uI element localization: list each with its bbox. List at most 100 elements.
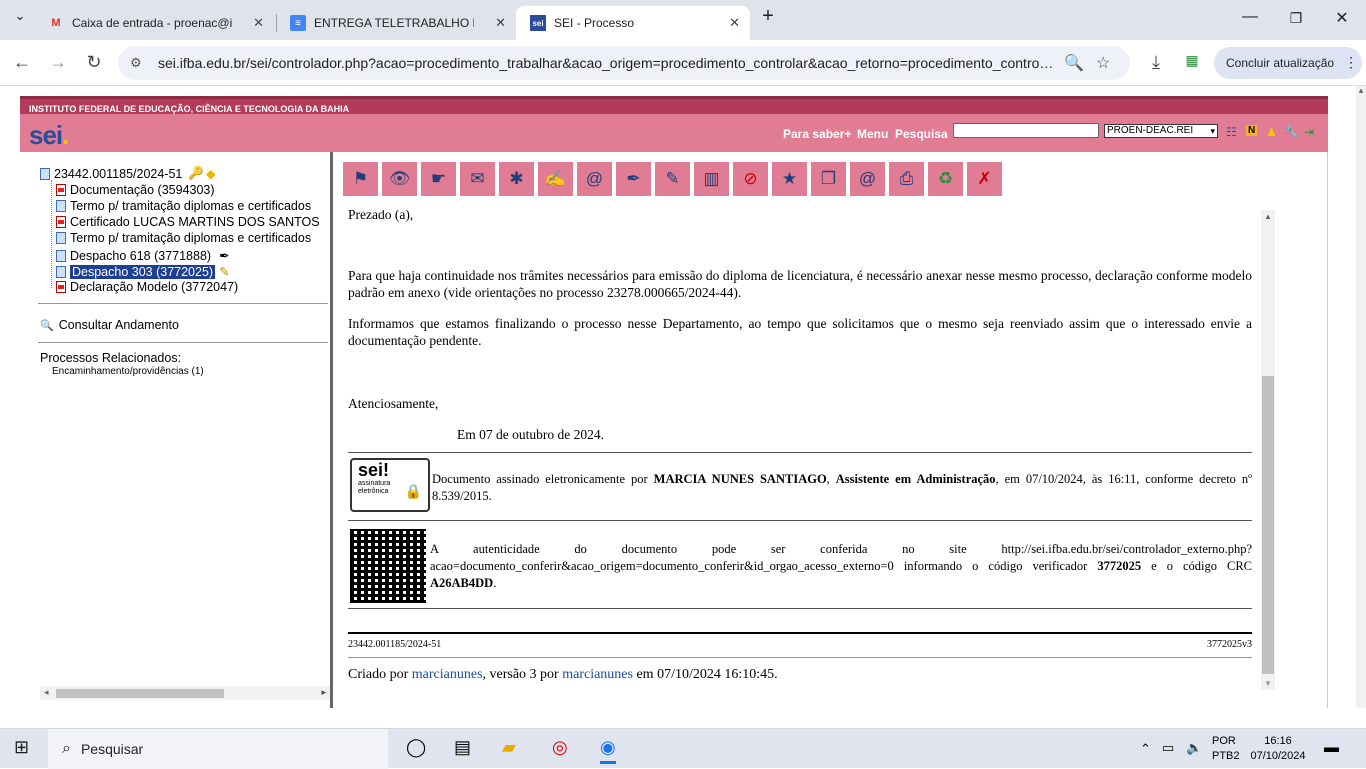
- send-process-icon[interactable]: ⚑: [343, 162, 378, 196]
- spiral-icon[interactable]: @: [850, 162, 885, 196]
- tree-item-label[interactable]: Termo p/ tramitação diplomas e certifica…: [70, 199, 311, 213]
- grid-icon[interactable]: ☷: [1226, 125, 1237, 139]
- windows-start-icon[interactable]: ⊞: [14, 737, 29, 758]
- eye-icon[interactable]: 👁: [382, 162, 417, 196]
- books-icon[interactable]: ▥: [694, 162, 729, 196]
- tools-icon[interactable]: 🔧: [1284, 125, 1299, 139]
- download-icon[interactable]: ⤓: [1144, 52, 1168, 73]
- minimize-button[interactable]: —: [1230, 8, 1270, 26]
- clock[interactable]: 16:16 07/10/2024: [1248, 734, 1308, 764]
- tree-item[interactable]: Documentação (3594303): [56, 183, 328, 197]
- tab-sei[interactable]: sei SEI - Processo ✕: [516, 6, 750, 40]
- tree-item-selected[interactable]: Despacho 303 (3772025) ✎: [56, 264, 230, 279]
- scroll-icon[interactable]: ✍: [538, 162, 573, 196]
- created-mid: , versão 3 por: [482, 667, 559, 682]
- scroll-thumb[interactable]: [1262, 376, 1274, 674]
- notifications-icon[interactable]: ▬: [1324, 739, 1339, 756]
- exit-icon[interactable]: ⇥: [1304, 125, 1314, 139]
- file-explorer-icon[interactable]: ▰: [502, 737, 516, 758]
- taskbar-search[interactable]: ⌕ Pesquisar: [48, 729, 388, 769]
- close-icon[interactable]: ✕: [495, 15, 506, 31]
- pesquisa-link[interactable]: Pesquisa: [895, 127, 948, 141]
- news-icon[interactable]: N: [1246, 125, 1258, 136]
- zoom-icon[interactable]: 🔍: [1064, 53, 1084, 73]
- unit-select[interactable]: PROEN-DEAC.REI ▾: [1104, 124, 1218, 138]
- related-item[interactable]: Encaminhamento/providências (1): [52, 366, 204, 377]
- consultar-label[interactable]: Consultar Andamento: [59, 318, 179, 332]
- copy-icon[interactable]: ❐: [811, 162, 846, 196]
- tree-item-label[interactable]: Documentação (3594303): [70, 183, 215, 197]
- stamp-icon[interactable]: ✱: [499, 162, 534, 196]
- related-item-text[interactable]: Encaminhamento/providências (1): [52, 366, 204, 377]
- volume-icon[interactable]: 🔈: [1186, 740, 1202, 756]
- close-icon[interactable]: ✕: [729, 15, 740, 31]
- favorite-document-icon[interactable]: ★: [772, 162, 807, 196]
- task-view-icon[interactable]: ◯: [406, 737, 426, 758]
- tab-gmail[interactable]: M Caixa de entrada - proenac@ifba.e ✕: [34, 6, 274, 40]
- scroll-left-icon[interactable]: ◂: [44, 687, 49, 698]
- consultar-andamento-link[interactable]: 🔍 Consultar Andamento: [40, 318, 179, 332]
- tree-item-label[interactable]: Certificado LUCAS MARTINS DOS SANTOS: [70, 215, 320, 229]
- extension-icon[interactable]: ▦: [1180, 52, 1204, 69]
- scroll-up-icon[interactable]: ▲: [1356, 86, 1366, 95]
- new-tab-button[interactable]: +: [748, 5, 788, 28]
- tree-horizontal-scrollbar[interactable]: ◂ ▸: [40, 686, 330, 700]
- tree-item[interactable]: Despacho 618 (3771888) ✒: [56, 248, 230, 263]
- tree-item-label[interactable]: Declaração Modelo (3772047): [70, 280, 238, 294]
- tree-item[interactable]: Termo p/ tramitação diplomas e certifica…: [56, 199, 328, 213]
- tab-title: SEI - Processo: [554, 16, 635, 30]
- hand-icon[interactable]: ☛: [421, 162, 456, 196]
- url-text[interactable]: sei.ifba.edu.br/sei/controlador.php?acao…: [158, 55, 1058, 71]
- tree-item-label[interactable]: Despacho 618 (3771888): [70, 249, 211, 263]
- email-icon[interactable]: @: [577, 162, 612, 196]
- battery-icon[interactable]: ▭: [1162, 740, 1174, 756]
- close-icon[interactable]: ✕: [253, 15, 264, 31]
- cancel-icon[interactable]: ⊘: [733, 162, 768, 196]
- signer-name: MARCIA NUNES SANTIAGO: [653, 472, 827, 486]
- star-icon[interactable]: ☆: [1096, 53, 1110, 73]
- tree-item[interactable]: Declaração Modelo (3772047): [56, 280, 238, 294]
- scroll-thumb[interactable]: [56, 689, 224, 698]
- document-icon: [56, 249, 66, 262]
- para-saber-link[interactable]: Para saber+: [783, 127, 851, 141]
- envelope-icon[interactable]: ✉: [460, 162, 495, 196]
- tree-item[interactable]: Termo p/ tramitação diplomas e certifica…: [56, 231, 328, 245]
- opera-icon[interactable]: ◎: [552, 737, 568, 758]
- sign-icon[interactable]: ✎: [655, 162, 690, 196]
- scroll-up-icon[interactable]: ▲: [1264, 212, 1272, 221]
- restore-button[interactable]: ❐: [1276, 10, 1316, 27]
- tree-item-label[interactable]: Despacho 303 (3772025): [70, 264, 216, 279]
- chrome-icon[interactable]: ◉: [600, 737, 616, 764]
- scroll-down-icon[interactable]: ▼: [1264, 679, 1272, 688]
- user-icon[interactable]: ♟: [1266, 125, 1277, 139]
- update-button[interactable]: Concluir atualização ⋮: [1214, 47, 1362, 79]
- more-icon[interactable]: ⋮: [1344, 54, 1358, 71]
- chevron-up-icon[interactable]: ⌃: [1140, 741, 1151, 757]
- delete-icon[interactable]: ✗: [967, 162, 1002, 196]
- widgets-icon[interactable]: ▤: [454, 737, 471, 758]
- reload-icon[interactable]: ↻: [82, 52, 106, 73]
- back-icon[interactable]: ←: [10, 52, 34, 73]
- unit-value: PROEN-DEAC.REI: [1107, 125, 1194, 136]
- tree-item[interactable]: Certificado LUCAS MARTINS DOS SANTOS: [56, 215, 328, 229]
- page-scrollbar[interactable]: ▲: [1356, 86, 1366, 708]
- menu-link[interactable]: Menu: [857, 127, 888, 141]
- language-indicator[interactable]: POR PTB2: [1212, 734, 1240, 764]
- search-input[interactable]: [953, 123, 1099, 138]
- process-number[interactable]: 23442.001185/2024-51: [54, 167, 182, 181]
- tab-docs[interactable]: ≡ ENTREGA TELETRABALHO MARC ✕: [276, 6, 516, 40]
- close-window-button[interactable]: ✕: [1322, 8, 1362, 28]
- forward-icon[interactable]: →: [46, 52, 70, 73]
- process-node[interactable]: 23442.001185/2024-51 🔑 ◆: [40, 166, 216, 181]
- site-info-icon[interactable]: ⚙: [130, 55, 150, 71]
- address-bar[interactable]: ⚙ sei.ifba.edu.br/sei/controlador.php?ac…: [118, 46, 1130, 80]
- recycle-icon[interactable]: ♻: [928, 162, 963, 196]
- scroll-right-icon[interactable]: ▸: [321, 687, 326, 698]
- tree-item-label[interactable]: Termo p/ tramitação diplomas e certifica…: [70, 231, 311, 245]
- document-scrollbar[interactable]: ▲ ▼: [1261, 210, 1275, 690]
- sei-logo[interactable]: sei.: [29, 120, 69, 151]
- editor-link[interactable]: marcianunes: [562, 667, 633, 682]
- print-icon[interactable]: ⎙: [889, 162, 924, 196]
- creator-link[interactable]: marcianunes: [412, 667, 483, 682]
- pen-icon[interactable]: ✒: [616, 162, 651, 196]
